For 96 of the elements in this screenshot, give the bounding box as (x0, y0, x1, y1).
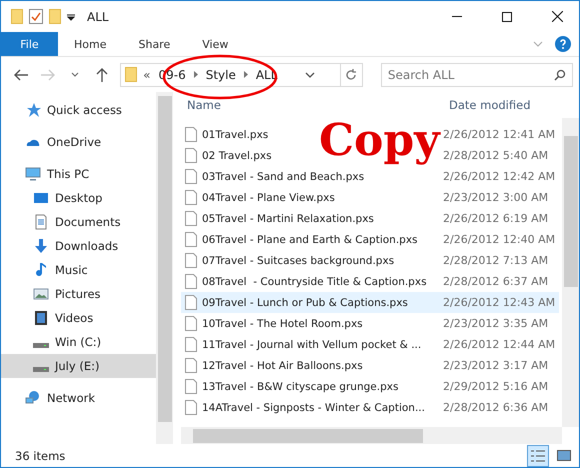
date-modified: 2/26/2012 12:42 AM (443, 170, 556, 183)
folder-icon (125, 67, 138, 82)
star-icon (25, 102, 41, 118)
file-name[interactable]: 10Travel - The Hotel Room.pxs (185, 316, 363, 331)
date-modified: 2/23/2012 3:00 AM (443, 191, 548, 204)
file-name[interactable]: 05Travel - Martini Relaxation.pxs (185, 211, 374, 226)
nav-item[interactable]: Desktop (1, 186, 156, 210)
breadcrumb[interactable]: Style (204, 68, 238, 82)
file-icon (185, 379, 197, 394)
file-icon (185, 358, 197, 373)
file-name[interactable]: 04Travel - Plane View.pxs (185, 190, 335, 205)
date-modified: 2/28/2012 6:36 AM (443, 401, 548, 414)
date-modified: 2/28/2012 7:13 AM (443, 254, 548, 267)
file-name[interactable]: 11Travel - Journal with Vellum pocket & ... (185, 337, 422, 352)
date-modified: 2/28/2012 6:37 AM (443, 275, 548, 288)
item-count: 36 items (15, 448, 66, 462)
column-header[interactable]: Date modified (443, 98, 553, 112)
search-icon (554, 68, 566, 80)
date-modified: 2/23/2012 3:17 AM (443, 359, 548, 372)
file-icon (185, 295, 197, 310)
sidebar-scrollbar[interactable] (156, 92, 173, 444)
thumbnail-icon (557, 450, 571, 461)
window-title: ALL (87, 10, 110, 24)
nav-item[interactable]: Downloads (1, 234, 156, 258)
file-icon (185, 337, 197, 352)
folder-icon (11, 9, 23, 24)
file-icon (185, 127, 197, 142)
back-arrow-icon[interactable] (14, 68, 28, 80)
horizontal-scrollbar[interactable] (181, 427, 562, 444)
help-icon[interactable] (555, 36, 571, 52)
date-modified: 2/26/2012 6:19 AM (443, 212, 548, 225)
nav-item[interactable]: OneDrive (1, 130, 156, 154)
date-modified: 2/28/2012 5:40 AM (443, 149, 548, 162)
nav-item[interactable]: Music (1, 258, 156, 282)
nav-item[interactable]: Documents (1, 210, 156, 234)
file-icon (185, 253, 197, 268)
chevron-right-icon (194, 71, 198, 78)
date-modified: 2/26/2012 12:41 AM (443, 128, 556, 141)
drive-icon (33, 366, 49, 372)
file-icon (185, 169, 197, 184)
download-arrow-icon (33, 238, 49, 254)
file-icon (185, 211, 197, 226)
file-name[interactable]: 06Travel - Plane and Earth & Caption.pxs (185, 232, 418, 247)
file-icon (185, 274, 197, 289)
date-modified: 2/26/2012 12:44 AM (443, 338, 556, 351)
file-name[interactable]: 12Travel - Hot Air Balloons.pxs (185, 358, 363, 373)
search-field[interactable]: Search ALL (380, 62, 573, 86)
file-icon (185, 190, 197, 205)
properties-icon[interactable] (29, 9, 43, 24)
nav-item[interactable]: Videos (1, 306, 156, 330)
file-icon (185, 316, 197, 331)
music-note-icon (33, 262, 49, 278)
date-modified: 2/29/2012 5:16 AM (443, 380, 548, 393)
network-icon (25, 390, 41, 406)
chevron-right-icon (244, 71, 248, 78)
dropdown-icon[interactable] (67, 12, 75, 20)
date-modified: 2/26/2012 12:43 AM (443, 296, 556, 309)
file-name[interactable]: 14ATravel - Signposts - Winter & Caption... (185, 400, 425, 415)
file-name[interactable]: 01Travel.pxs (185, 127, 268, 142)
date-modified: 2/23/2012 3:35 AM (443, 317, 548, 330)
file-name[interactable]: 07Travel - Suitcases background.pxs (185, 253, 394, 268)
overflow-chevrons[interactable]: « (143, 68, 150, 82)
nav-item[interactable]: Pictures (1, 282, 156, 306)
up-arrow-icon[interactable] (96, 68, 108, 82)
refresh-icon (345, 68, 358, 80)
new-folder-icon (49, 9, 61, 24)
nav-item[interactable]: Quick access (1, 98, 156, 122)
nav-item[interactable]: July (E:) (1, 354, 156, 378)
file-icon (185, 400, 197, 415)
list-icon (531, 450, 545, 462)
file-icon (185, 232, 197, 247)
monitor-icon (25, 166, 41, 182)
nav-item[interactable]: Win (C:) (1, 330, 156, 354)
date-modified: 2/26/2012 12:40 AM (443, 233, 556, 246)
details-view-button[interactable] (527, 444, 549, 466)
file-icon (185, 148, 197, 163)
column-header[interactable]: Name (181, 98, 443, 112)
drive-icon (33, 342, 49, 348)
file-name[interactable]: 03Travel - Sand and Beach.pxs (185, 169, 364, 184)
close-icon[interactable] (552, 11, 562, 22)
maximize-icon[interactable] (502, 12, 512, 22)
file-name[interactable]: 13Travel - B&W cityscape grunge.pxs (185, 379, 398, 394)
document-icon (33, 214, 49, 230)
file-scrollbar[interactable] (562, 118, 579, 427)
pictures-icon (33, 286, 49, 302)
ribbon-tab[interactable]: File (1, 32, 58, 56)
chevron-down-icon[interactable] (304, 72, 315, 78)
file-name[interactable]: 02 Travel.pxs (185, 148, 272, 163)
file-name[interactable]: 09Travel - Lunch or Pub & Captions.pxs (185, 295, 408, 310)
film-icon (33, 310, 49, 326)
desktop-icon (33, 190, 49, 206)
nav-item[interactable]: Network (1, 386, 156, 410)
chevron-down-icon[interactable] (71, 72, 80, 77)
file-name[interactable]: 08Travel - Countryside Title & Caption.pxs (185, 274, 427, 289)
annotation-text: Copy (319, 119, 440, 163)
nav-item[interactable]: This PC (1, 162, 156, 186)
